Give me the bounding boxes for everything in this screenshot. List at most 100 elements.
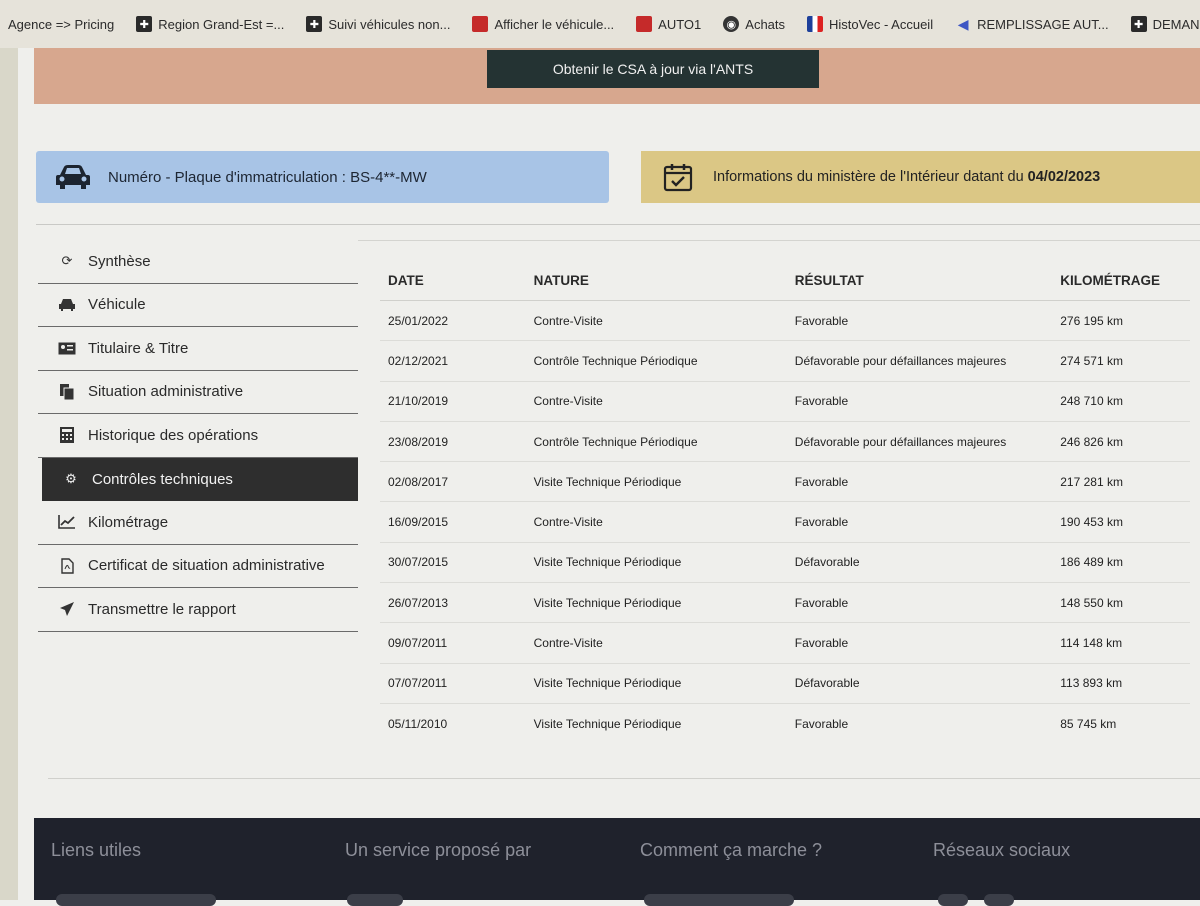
- social-icon[interactable]: [984, 894, 1014, 906]
- divider: [36, 224, 1200, 225]
- sidebar-item-kilometrage[interactable]: Kilométrage: [38, 501, 358, 545]
- cell-kilometrage: 246 826 km: [1059, 421, 1190, 463]
- sidebar-item-transmettre[interactable]: Transmettre le rapport: [38, 588, 358, 632]
- sidebar-item-label: Transmettre le rapport: [88, 600, 236, 618]
- circle-icon: ◉: [723, 16, 740, 32]
- cell-resultat: Favorable: [793, 300, 1060, 342]
- cell-resultat: Favorable: [793, 381, 1060, 422]
- cell-nature: Visite Technique Périodique: [525, 582, 794, 624]
- cell-nature: Contrôle Technique Périodique: [525, 340, 794, 382]
- divider: [358, 240, 1200, 241]
- sidebar-item-label: Véhicule: [88, 296, 146, 314]
- cell-kilometrage: 274 571 km: [1059, 340, 1190, 382]
- table-header-row: DATE NATURE RÉSULTAT KILOMÉTRAGE: [380, 260, 1190, 301]
- table-row: 30/07/2015 Visite Technique Périodique D…: [380, 542, 1190, 584]
- cell-nature: Visite Technique Périodique: [525, 461, 794, 503]
- gears-icon: ⚙: [65, 471, 77, 487]
- controles-table: DATE NATURE RÉSULTAT KILOMÉTRAGE 25/01/2…: [380, 260, 1190, 743]
- sidebar-item-label: Situation administrative: [88, 383, 244, 401]
- social-icon[interactable]: [938, 894, 968, 906]
- cell-kilometrage: 113 893 km: [1059, 663, 1190, 704]
- column-header-nature: NATURE: [525, 260, 794, 301]
- pdf-icon: [58, 558, 76, 574]
- red-square-icon: [472, 16, 489, 32]
- table-row: 16/09/2015 Contre-Visite Favorable 190 4…: [380, 501, 1190, 543]
- refresh-icon: ⟳: [61, 253, 73, 269]
- bookmark-label: REMPLISSAGE AUT...: [977, 16, 1109, 32]
- cell-date: 30/07/2015: [380, 542, 526, 584]
- footer-heading-comment: Comment ça marche ?: [640, 840, 823, 860]
- cell-kilometrage: 85 745 km: [1060, 716, 1117, 731]
- table-row: 07/07/2011 Visite Technique Périodique D…: [380, 663, 1190, 704]
- table-row: 25/01/2022 Contre-Visite Favorable 276 1…: [380, 300, 1190, 342]
- flag-icon: [807, 16, 824, 32]
- bookmark-label: Agence => Pricing: [8, 16, 115, 32]
- cell-nature: Contre-Visite: [525, 300, 794, 342]
- cell-kilometrage: 148 550 km: [1059, 582, 1190, 624]
- cell-nature: Contre-Visite: [525, 622, 794, 664]
- cell-kilometrage: 114 148 km: [1059, 622, 1190, 664]
- cell-resultat: Défavorable pour défaillances majeures: [793, 421, 1060, 463]
- csa-ants-button[interactable]: Obtenir le CSA à jour via l'ANTS: [487, 50, 819, 88]
- footer-heading-reseaux: Réseaux sociaux: [933, 840, 1071, 860]
- bookmark-label: DEMANDE DE CON...: [1152, 16, 1200, 32]
- sidebar-item-label: Historique des opérations: [88, 426, 259, 444]
- cell-date: 02/12/2021: [380, 340, 526, 382]
- ministry-info-date: 04/02/2023: [1027, 169, 1101, 185]
- cell-kilometrage: 190 453 km: [1059, 501, 1190, 543]
- table-row: 02/08/2017 Visite Technique Périodique F…: [380, 461, 1190, 503]
- sidebar-item-certificat[interactable]: Certificat de situation administrative: [38, 545, 358, 588]
- ministry-info-text: Informations du ministère de l'Intérieur…: [713, 169, 1024, 185]
- cell-nature: Contrôle Technique Périodique: [525, 421, 794, 463]
- sidebar-item-titulaire[interactable]: Titulaire & Titre: [38, 327, 358, 371]
- sidebar-item-historique[interactable]: Historique des opérations: [38, 414, 358, 458]
- send-icon: [58, 601, 76, 617]
- table-row: 02/12/2021 Contrôle Technique Périodique…: [380, 340, 1190, 382]
- ministry-info-box: Informations du ministère de l'Intérieur…: [641, 151, 1200, 203]
- sidebar-item-vehicule[interactable]: Véhicule: [38, 284, 358, 327]
- arrow-icon: ◀: [957, 15, 969, 32]
- calendar-check-icon: [663, 164, 693, 192]
- footer: Liens utiles Un service proposé par Comm…: [34, 818, 1200, 906]
- sidebar-item-synthese[interactable]: ⟳ Synthèse: [38, 240, 358, 284]
- bookmark-histovec[interactable]: HistoVec - Accueil: [807, 16, 933, 32]
- cell-kilometrage: 248 710 km: [1059, 381, 1190, 422]
- bookmark-label: Afficher le véhicule...: [494, 16, 615, 32]
- table-row: 26/07/2013 Visite Technique Périodique F…: [380, 582, 1190, 624]
- bookmark-auto1[interactable]: AUTO1: [636, 16, 701, 32]
- footer-partner-logo[interactable]: [347, 894, 403, 906]
- cell-date: 25/01/2022: [380, 300, 526, 342]
- column-header-date: DATE: [380, 260, 526, 301]
- calculator-icon: [58, 427, 76, 444]
- cross-icon: ✚: [306, 16, 323, 32]
- sidebar-item-situation[interactable]: Situation administrative: [38, 371, 358, 414]
- cell-resultat: Favorable: [793, 501, 1060, 543]
- bookmark-remplissage[interactable]: ◀ REMPLISSAGE AUT...: [955, 16, 1109, 32]
- column-header-kilometrage: KILOMÉTRAGE: [1059, 260, 1190, 301]
- bookmark-label: Region Grand-Est =...: [158, 16, 285, 32]
- cell-nature: Visite Technique Périodique: [533, 716, 682, 731]
- bookmark-label: HistoVec - Accueil: [829, 16, 934, 32]
- sidebar-item-label: Contrôles techniques: [92, 470, 233, 488]
- car-icon: [58, 297, 76, 313]
- column-header-resultat: RÉSULTAT: [793, 260, 1060, 301]
- cell-resultat: Défavorable pour défaillances majeures: [793, 340, 1060, 382]
- bookmark-afficher-vehicule[interactable]: Afficher le véhicule...: [472, 16, 614, 32]
- bookmark-region-grand-est[interactable]: ✚ Region Grand-Est =...: [136, 16, 284, 32]
- bookmark-demande[interactable]: ✚ DEMANDE DE CON...: [1130, 16, 1200, 32]
- footer-heading-service: Un service proposé par: [345, 840, 532, 860]
- footer-link-button[interactable]: [56, 894, 216, 906]
- cell-date: 02/08/2017: [380, 461, 526, 503]
- bookmark-agence-pricing[interactable]: Agence => Pricing: [8, 17, 114, 32]
- bookmark-suivi-vehicules[interactable]: ✚ Suivi véhicules non...: [306, 16, 450, 32]
- cell-resultat: Défavorable: [793, 542, 1060, 584]
- divider: [48, 778, 1200, 779]
- bookmark-achats[interactable]: ◉ Achats: [723, 16, 785, 32]
- footer-how-button[interactable]: [644, 894, 794, 906]
- cell-resultat: Favorable: [793, 622, 1060, 664]
- bookmark-label: Suivi véhicules non...: [328, 16, 451, 32]
- sidebar-item-controles-techniques[interactable]: ⚙ Contrôles techniques: [42, 457, 358, 501]
- sidebar-item-label: Titulaire & Titre: [88, 339, 189, 357]
- car-icon: [56, 165, 90, 189]
- plate-label: Numéro - Plaque d'immatriculation : BS-4…: [108, 168, 427, 186]
